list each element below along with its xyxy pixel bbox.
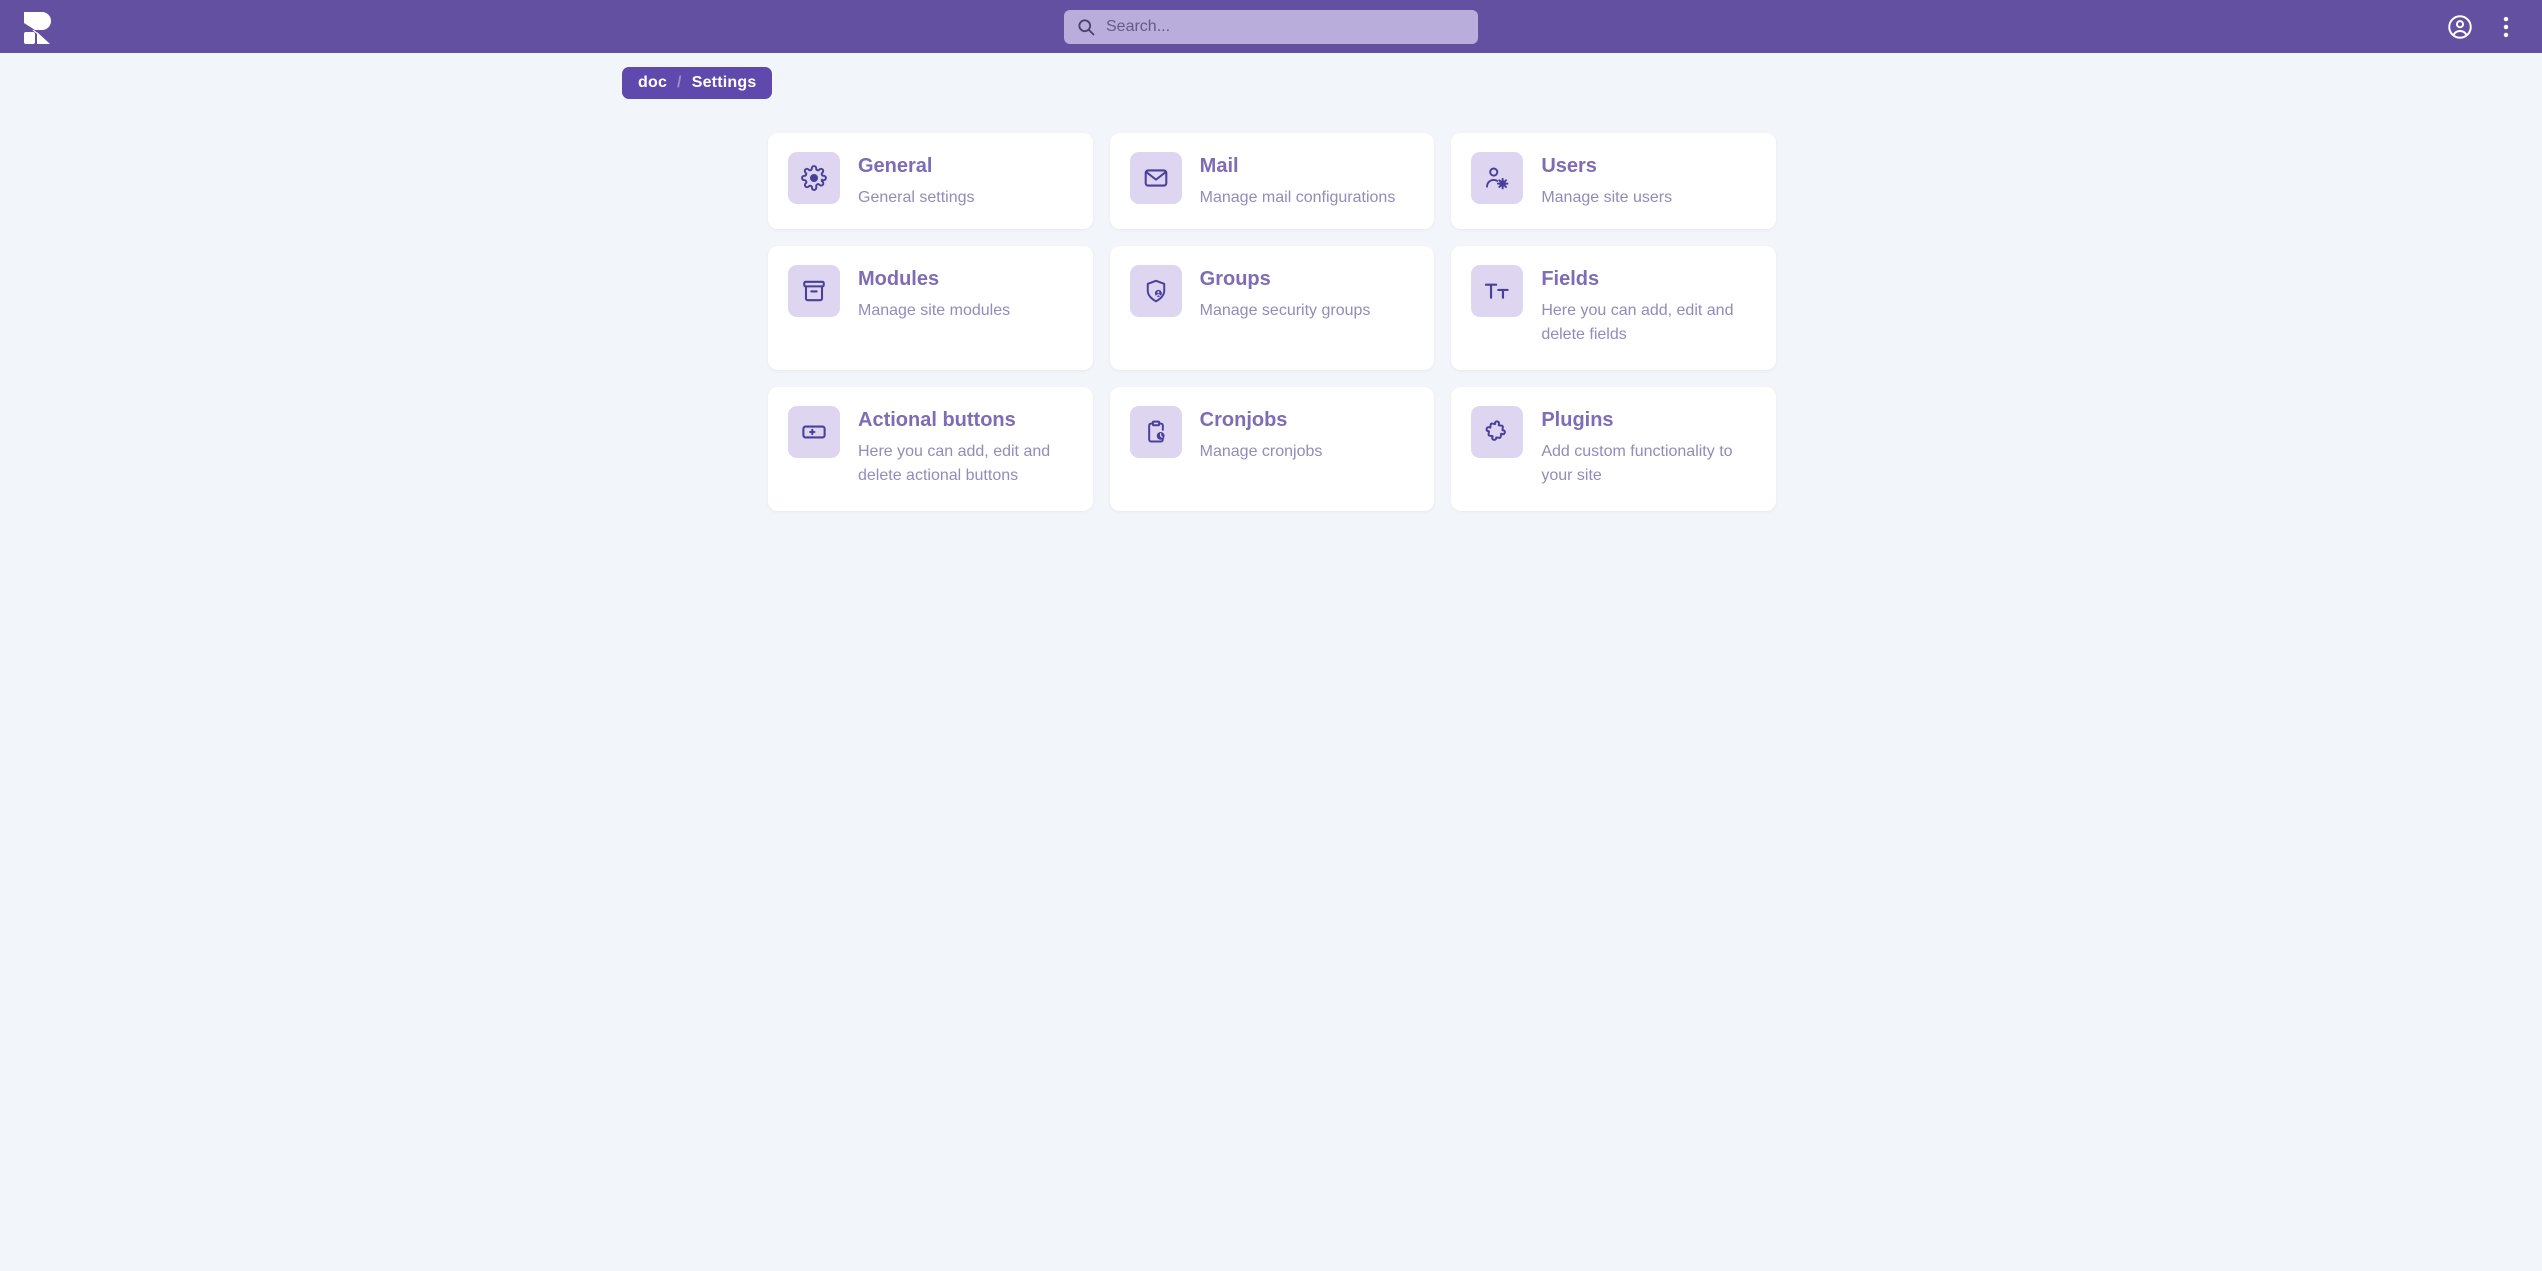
breadcrumb-row: doc / Settings xyxy=(0,53,2542,99)
search-input[interactable] xyxy=(1106,9,1466,44)
app-logo[interactable] xyxy=(16,6,58,48)
card-text: General General settings xyxy=(858,152,975,210)
card-text: Cronjobs Manage cronjobs xyxy=(1200,406,1323,492)
card-text: Actional buttons Here you can add, edit … xyxy=(858,406,1073,492)
settings-card-grid: General General settings Mail Manage mai… xyxy=(768,133,1776,511)
account-circle-icon[interactable] xyxy=(2446,13,2474,41)
card-subtitle: Manage security groups xyxy=(1199,302,1371,319)
button-plus-icon xyxy=(788,406,840,458)
breadcrumb-item-settings[interactable]: Settings xyxy=(692,74,757,92)
card-subtitle: Manage site users xyxy=(1541,189,1673,206)
puzzle-piece-icon xyxy=(1471,406,1524,458)
settings-card-modules[interactable]: Modules Manage site modules xyxy=(768,246,1093,370)
search-icon xyxy=(1076,17,1096,37)
card-title: Plugins xyxy=(1541,409,1614,431)
card-title: Groups xyxy=(1199,268,1271,290)
shield-user-icon xyxy=(1129,265,1182,317)
card-title: Modules xyxy=(858,268,940,290)
card-text: Users Manage site users xyxy=(1541,152,1672,210)
gear-icon xyxy=(788,152,840,204)
text-format-icon xyxy=(1471,265,1524,317)
settings-card-general[interactable]: General General settings xyxy=(768,133,1093,229)
card-title: Cronjobs xyxy=(1199,409,1288,431)
archive-box-icon xyxy=(788,265,840,317)
settings-card-cronjobs[interactable]: Cronjobs Manage cronjobs xyxy=(1109,387,1435,511)
settings-card-mail[interactable]: Mail Manage mail configurations xyxy=(1109,133,1435,229)
card-title: Mail xyxy=(1199,155,1239,177)
card-text: Modules Manage site modules xyxy=(858,265,1010,351)
card-text: Plugins Add custom functionality to your… xyxy=(1541,406,1756,492)
topbar-actions xyxy=(2446,13,2542,41)
settings-card-users[interactable]: Users Manage site users xyxy=(1451,133,1776,229)
user-cog-icon xyxy=(1471,152,1524,204)
settings-card-groups[interactable]: Groups Manage security groups xyxy=(1109,246,1435,370)
card-title: Fields xyxy=(1541,268,1600,290)
card-title: Actional buttons xyxy=(858,409,1016,431)
card-title: General xyxy=(858,155,933,177)
card-subtitle: Manage mail configurations xyxy=(1199,189,1396,206)
card-subtitle: Here you can add, edit and delete fields xyxy=(1541,302,1734,343)
global-search[interactable] xyxy=(1064,9,1478,44)
card-subtitle: Here you can add, edit and delete action… xyxy=(858,443,1051,484)
breadcrumb-separator: / xyxy=(677,74,682,91)
card-subtitle: Add custom functionality to your site xyxy=(1541,443,1733,484)
breadcrumb: doc / Settings xyxy=(622,67,773,99)
card-text: Mail Manage mail configurations xyxy=(1200,152,1396,210)
clipboard-clock-icon xyxy=(1129,406,1182,458)
card-subtitle: Manage cronjobs xyxy=(1199,443,1323,460)
envelope-icon xyxy=(1129,152,1182,204)
top-navigation-bar xyxy=(0,0,2542,53)
card-text: Groups Manage security groups xyxy=(1200,265,1371,351)
settings-card-actional-buttons[interactable]: Actional buttons Here you can add, edit … xyxy=(768,387,1093,511)
breadcrumb-item-doc[interactable]: doc xyxy=(638,74,667,92)
card-subtitle: Manage site modules xyxy=(858,302,1011,319)
card-text: Fields Here you can add, edit and delete… xyxy=(1541,265,1756,351)
card-subtitle: General settings xyxy=(858,189,975,206)
card-title: Users xyxy=(1541,155,1597,177)
more-vertical-icon[interactable] xyxy=(2492,13,2520,41)
settings-card-plugins[interactable]: Plugins Add custom functionality to your… xyxy=(1451,387,1776,511)
settings-card-fields[interactable]: Fields Here you can add, edit and delete… xyxy=(1451,246,1776,370)
